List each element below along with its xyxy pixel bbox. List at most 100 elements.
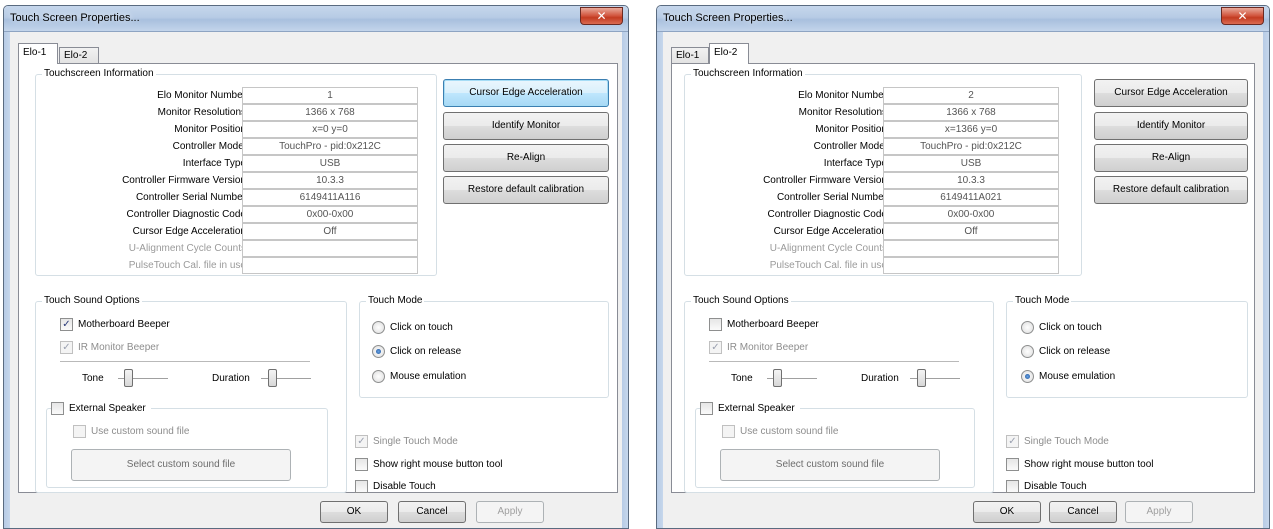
info-row-cursor-edge-acceleration: Cursor Edge Acceleration <box>36 223 246 240</box>
info-label: Interface Type <box>823 158 887 169</box>
tab-elo-2[interactable]: Elo-2 <box>59 47 99 63</box>
touch-sound-options-legend: Touch Sound Options <box>42 295 142 307</box>
monitor-position-value: x=0 y=0 <box>242 121 418 138</box>
touch-screen-properties-window-2: Touch Screen Properties... ✕ Elo-1 Elo-2… <box>656 5 1270 529</box>
info-label: Controller Diagnostic Code <box>126 209 246 220</box>
ok-button[interactable]: OK <box>320 501 388 523</box>
info-label: Cursor Edge Acceleration <box>773 226 887 237</box>
info-label: Monitor Resolutions <box>798 107 887 118</box>
close-icon: ✕ <box>1237 9 1248 23</box>
info-label: Controller Model <box>813 141 887 152</box>
close-button[interactable]: ✕ <box>1221 7 1264 25</box>
duration-label: Duration <box>861 373 899 384</box>
use-custom-sound-file-label: Use custom sound file <box>740 426 839 437</box>
info-row-monitor-position: Monitor Position <box>36 121 246 138</box>
info-label: Monitor Resolutions <box>157 107 246 118</box>
window-frame-right <box>622 32 628 528</box>
info-row-controller-firmware-version: Controller Firmware Version <box>36 172 246 189</box>
touch-screen-properties-window-1: Touch Screen Properties... ✕ Elo-1 Elo-2… <box>3 5 629 529</box>
title-bar[interactable]: Touch Screen Properties... ✕ <box>657 6 1269 32</box>
info-row-controller-serial-number: Controller Serial Number <box>36 189 246 206</box>
interface-type-value: USB <box>242 155 418 172</box>
tab-panel-elo-2: Touchscreen Information Elo Monitor Numb… <box>671 63 1255 493</box>
duration-slider-thumb[interactable] <box>917 369 926 387</box>
info-row-controller-firmware-version: Controller Firmware Version <box>685 172 887 189</box>
touch-sound-options-legend: Touch Sound Options <box>691 295 791 307</box>
info-label: Interface Type <box>182 158 246 169</box>
cursor-edge-acceleration-button[interactable]: Cursor Edge Acceleration <box>443 79 609 107</box>
tab-elo-1[interactable]: Elo-1 <box>18 43 58 64</box>
touchscreen-information-group: Touchscreen Information Elo Monitor Numb… <box>684 68 1082 276</box>
select-custom-sound-file-button[interactable]: Select custom sound file <box>720 449 940 481</box>
close-button[interactable]: ✕ <box>580 7 623 25</box>
duration-label: Duration <box>212 373 250 384</box>
ir-monitor-beeper-label: IR Monitor Beeper <box>727 342 809 353</box>
single-touch-mode-label: Single Touch Mode <box>1024 436 1109 447</box>
checkbox-checked-icon: ✓ <box>60 318 73 331</box>
cursor-edge-acceleration-button[interactable]: Cursor Edge Acceleration <box>1094 79 1248 107</box>
controller-model-value: TouchPro - pid:0x212C <box>242 138 418 155</box>
single-touch-mode-label: Single Touch Mode <box>373 436 458 447</box>
use-custom-sound-file-label: Use custom sound file <box>91 426 190 437</box>
select-custom-sound-file-button[interactable]: Select custom sound file <box>71 449 291 481</box>
identify-monitor-button[interactable]: Identify Monitor <box>1094 112 1248 140</box>
restore-default-calibration-button[interactable]: Restore default calibration <box>1094 176 1248 204</box>
tab-elo-1[interactable]: Elo-1 <box>671 47 709 63</box>
window-frame-left <box>657 32 663 528</box>
checkbox-unchecked-icon <box>51 402 64 415</box>
checkbox-unchecked-icon <box>709 318 722 331</box>
disable-touch-label: Disable Touch <box>1024 481 1087 492</box>
external-speaker-label: External Speaker <box>718 403 795 414</box>
external-speaker-group: External Speaker Use custom sound file S… <box>695 402 975 488</box>
apply-button[interactable]: Apply <box>476 501 544 523</box>
motherboard-beeper-label: Motherboard Beeper <box>78 319 170 330</box>
window-title: Touch Screen Properties... <box>10 12 140 24</box>
tab-elo-2[interactable]: Elo-2 <box>709 43 749 64</box>
info-row-monitor-position: Monitor Position <box>685 121 887 138</box>
identify-monitor-button[interactable]: Identify Monitor <box>443 112 609 140</box>
window-title: Touch Screen Properties... <box>663 12 793 24</box>
dialog-button-bar: OK Cancel Apply <box>657 496 1269 528</box>
cancel-button[interactable]: Cancel <box>398 501 466 523</box>
info-row-u-alignment-cycle-counts: U-Alignment Cycle Counts <box>685 240 887 257</box>
divider <box>709 361 959 363</box>
info-row-controller-diagnostic-code: Controller Diagnostic Code <box>36 206 246 223</box>
interface-type-value: USB <box>883 155 1059 172</box>
controller-firmware-version-value: 10.3.3 <box>883 172 1059 189</box>
checkbox-checked-icon: ✓ <box>355 435 368 448</box>
apply-button[interactable]: Apply <box>1125 501 1193 523</box>
info-row-controller-model: Controller Model <box>685 138 887 155</box>
checkbox-checked-icon: ✓ <box>709 341 722 354</box>
cancel-button[interactable]: Cancel <box>1049 501 1117 523</box>
touch-sound-options-group: Touch Sound Options Motherboard Beeper ✓… <box>684 295 994 493</box>
external-speaker-checkbox[interactable]: External Speaker <box>700 402 800 416</box>
title-bar[interactable]: Touch Screen Properties... ✕ <box>4 6 628 32</box>
re-align-button[interactable]: Re-Align <box>443 144 609 172</box>
info-row-elo-monitor-number: Elo Monitor Number <box>36 87 246 104</box>
touchscreen-information-group: Touchscreen Information Elo Monitor Numb… <box>35 68 437 276</box>
touch-mode-group: Touch Mode Click on touch Click on relea… <box>1006 295 1248 398</box>
u-alignment-cycle-counts-value <box>242 240 418 257</box>
info-row-pulsetouch-cal-file: PulseTouch Cal. file in use <box>36 257 246 274</box>
radio-selected-icon <box>372 345 385 358</box>
checkbox-unchecked-icon <box>722 425 735 438</box>
click-on-touch-label: Click on touch <box>390 322 453 333</box>
info-label: Controller Serial Number <box>776 192 887 203</box>
tone-slider-thumb[interactable] <box>773 369 782 387</box>
info-label: U-Alignment Cycle Counts <box>128 243 246 254</box>
external-speaker-checkbox[interactable]: External Speaker <box>51 402 151 416</box>
ok-button[interactable]: OK <box>973 501 1041 523</box>
duration-slider-thumb[interactable] <box>268 369 277 387</box>
elo-monitor-number-value: 2 <box>883 87 1059 104</box>
tone-slider-thumb[interactable] <box>124 369 133 387</box>
close-icon: ✕ <box>596 9 607 23</box>
dialog-button-bar: OK Cancel Apply <box>4 496 628 528</box>
re-align-button[interactable]: Re-Align <box>1094 144 1248 172</box>
restore-default-calibration-button[interactable]: Restore default calibration <box>443 176 609 204</box>
checkbox-checked-icon: ✓ <box>1006 435 1019 448</box>
cursor-edge-acceleration-value: Off <box>242 223 418 240</box>
external-speaker-group: External Speaker Use custom sound file S… <box>46 402 328 488</box>
info-label: PulseTouch Cal. file in use <box>769 260 887 271</box>
controller-serial-number-value: 6149411A021 <box>883 189 1059 206</box>
radio-unselected-icon <box>1021 321 1034 334</box>
